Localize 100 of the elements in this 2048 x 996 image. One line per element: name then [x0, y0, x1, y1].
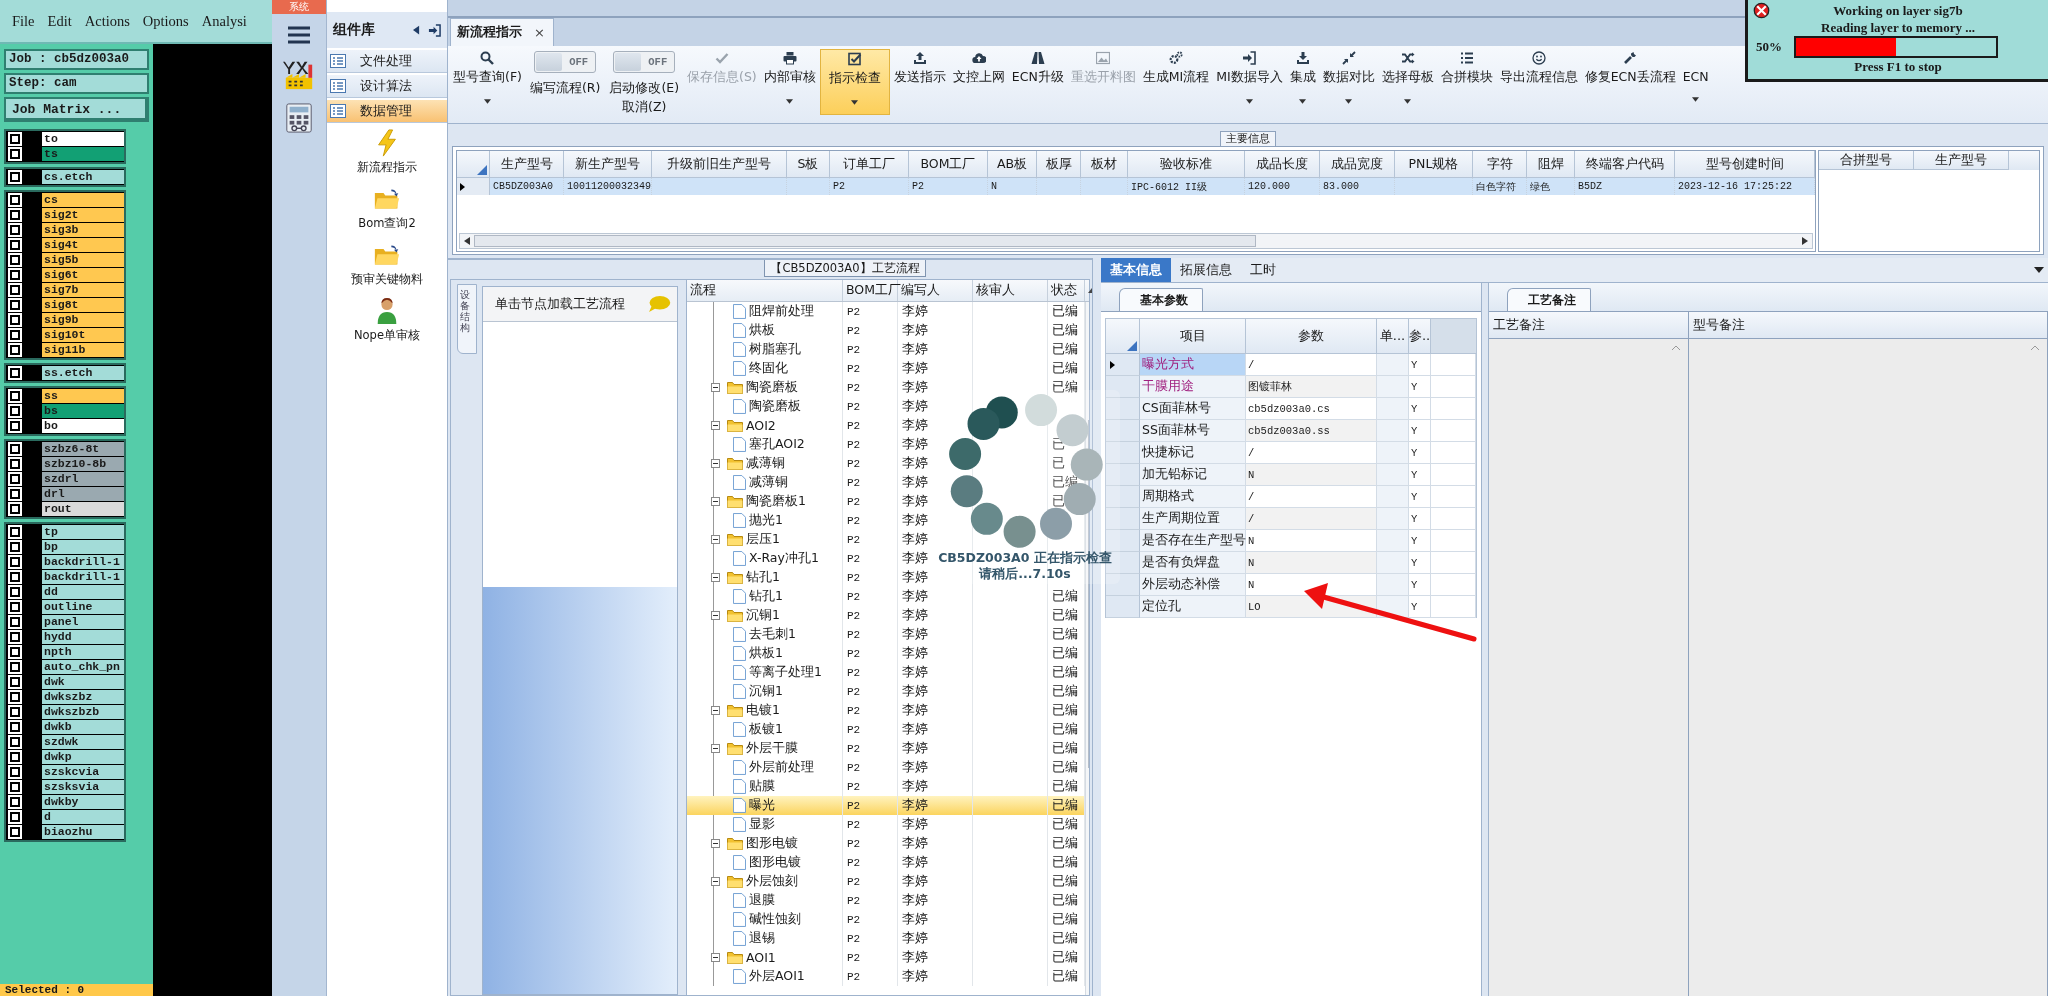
calculator-icon[interactable]	[284, 103, 314, 133]
tab[interactable]: 基本信息	[1101, 258, 1171, 282]
panel-tab[interactable]: 工艺备注	[1507, 288, 1591, 311]
layer-name[interactable]: sig7b	[42, 283, 124, 297]
layer-checkbox[interactable]	[10, 368, 20, 378]
column-header[interactable]: 工艺备注	[1489, 312, 1689, 338]
layer-name[interactable]: ss.etch	[42, 366, 124, 380]
layer-name[interactable]: bp	[42, 540, 124, 554]
scroll-right-icon[interactable]	[1802, 237, 1808, 245]
toolbar-button[interactable]: 发送指示	[890, 49, 949, 115]
layer-checkbox[interactable]	[10, 677, 20, 687]
side-tab[interactable]: 设备结构	[457, 284, 477, 354]
layer-name[interactable]: sig5b	[42, 253, 124, 267]
toolbar-button[interactable]: 选择母板	[1378, 49, 1437, 115]
layer-checkbox[interactable]	[10, 692, 20, 702]
layer-checkbox[interactable]	[10, 722, 20, 732]
layer-checkbox[interactable]	[10, 572, 20, 582]
layer-checkbox[interactable]	[10, 285, 20, 295]
layer-checkbox[interactable]	[10, 489, 20, 499]
menu-item[interactable]: Options	[142, 12, 189, 30]
caret-icon[interactable]	[2034, 267, 2044, 273]
column-header[interactable]: 参数	[1246, 319, 1377, 354]
collapse-icon[interactable]	[711, 535, 720, 544]
table-row[interactable]: 快捷标记 / Y	[1106, 442, 1476, 464]
layer-name[interactable]: npth	[42, 645, 124, 659]
layer-name[interactable]: ss	[42, 389, 124, 403]
module-item[interactable]: 新流程指示	[357, 129, 417, 175]
layer-name[interactable]: szskcvia	[42, 765, 124, 779]
column-header[interactable]: 状态	[1048, 280, 1085, 301]
menu-item[interactable]: File	[12, 12, 35, 30]
layer-checkbox[interactable]	[10, 300, 20, 310]
layer-checkbox[interactable]	[10, 812, 20, 822]
toggle-switch[interactable]: OFF	[613, 51, 676, 73]
layer-checkbox[interactable]	[10, 527, 20, 537]
layer-name[interactable]: sig11b	[42, 343, 124, 357]
layer-checkbox[interactable]	[10, 647, 20, 657]
layer-name[interactable]: sig4t	[42, 238, 124, 252]
layer-checkbox[interactable]	[10, 542, 20, 552]
table-row[interactable]: CS面菲林号 cb5dz003a0.cs Y	[1106, 398, 1476, 420]
layer-checkbox[interactable]	[10, 752, 20, 762]
layer-checkbox[interactable]	[10, 210, 20, 220]
scroll-left-icon[interactable]	[464, 237, 470, 245]
layer-name[interactable]: outline	[42, 600, 124, 614]
collapse-icon[interactable]	[711, 497, 720, 506]
row-header[interactable]	[1106, 354, 1140, 376]
collapse-icon[interactable]	[711, 877, 720, 886]
category-item[interactable]: 文件处理	[327, 50, 447, 73]
column-header[interactable]: 流程	[687, 280, 843, 301]
layer-name[interactable]: sig10t	[42, 328, 124, 342]
collapse-icon[interactable]	[711, 383, 720, 392]
layer-name[interactable]: auto_chk_pn	[42, 660, 124, 674]
tab[interactable]: 拓展信息	[1171, 258, 1241, 282]
layer-name[interactable]: dwk	[42, 675, 124, 689]
collapse-icon[interactable]	[711, 611, 720, 620]
sign-in-icon[interactable]	[428, 23, 441, 37]
layer-checkbox[interactable]	[10, 617, 20, 627]
layer-checkbox[interactable]	[10, 602, 20, 612]
toolbar-button[interactable]: 导出流程信息	[1496, 49, 1581, 115]
toolbar-button[interactable]: ECN	[1679, 49, 1712, 115]
layer-name[interactable]: sig3b	[42, 223, 124, 237]
toolbar-button[interactable]: 指示检查	[819, 49, 890, 115]
collapse-icon[interactable]	[711, 744, 720, 753]
stop-icon[interactable]	[1753, 2, 1770, 19]
layer-checkbox[interactable]	[10, 587, 20, 597]
layer-checkbox[interactable]	[10, 662, 20, 672]
layer-checkbox[interactable]	[10, 406, 20, 416]
layer-name[interactable]: szdrl	[42, 472, 124, 486]
panel-tab[interactable]: 基本参数	[1119, 288, 1203, 311]
job-matrix-button[interactable]: Job Matrix ...	[4, 97, 149, 122]
layer-checkbox[interactable]	[10, 737, 20, 747]
layer-checkbox[interactable]	[10, 391, 20, 401]
layer-name[interactable]: drl	[42, 487, 124, 501]
module-item[interactable]: Nope单审核	[354, 297, 420, 343]
layer-name[interactable]: dwkp	[42, 750, 124, 764]
module-item[interactable]: Bom查询2	[358, 185, 416, 231]
horizontal-scrollbar[interactable]	[459, 233, 1813, 249]
tree-item[interactable]: 曝光	[687, 796, 843, 815]
layer-name[interactable]: sig8t	[42, 298, 124, 312]
layer-checkbox[interactable]	[10, 330, 20, 340]
layer-checkbox[interactable]	[10, 315, 20, 325]
column-header[interactable]: 核审人	[973, 280, 1048, 301]
collapse-icon[interactable]	[711, 573, 720, 582]
layer-checkbox[interactable]	[10, 172, 20, 182]
toolbar-button[interactable]: 合拼模块	[1437, 49, 1496, 115]
layer-name[interactable]: rout	[42, 502, 124, 516]
category-item[interactable]: 设计算法	[327, 75, 447, 98]
layer-checkbox[interactable]	[10, 632, 20, 642]
collapse-icon[interactable]	[711, 706, 720, 715]
menu-item[interactable]: Actions	[84, 12, 130, 30]
layer-checkbox[interactable]	[10, 255, 20, 265]
layer-checkbox[interactable]	[10, 474, 20, 484]
layer-checkbox[interactable]	[10, 797, 20, 807]
layer-checkbox[interactable]	[10, 134, 20, 144]
layer-checkbox[interactable]	[10, 444, 20, 454]
table-row[interactable]: 周期格式 / Y	[1106, 486, 1476, 508]
table-row[interactable]: 曝光方式 / Y	[1106, 354, 1476, 376]
layer-name[interactable]: dd	[42, 585, 124, 599]
column-header[interactable]: 生产型号	[1914, 151, 2009, 170]
toolbar-button[interactable]: 数据对比	[1319, 49, 1378, 115]
layer-checkbox[interactable]	[10, 149, 20, 159]
